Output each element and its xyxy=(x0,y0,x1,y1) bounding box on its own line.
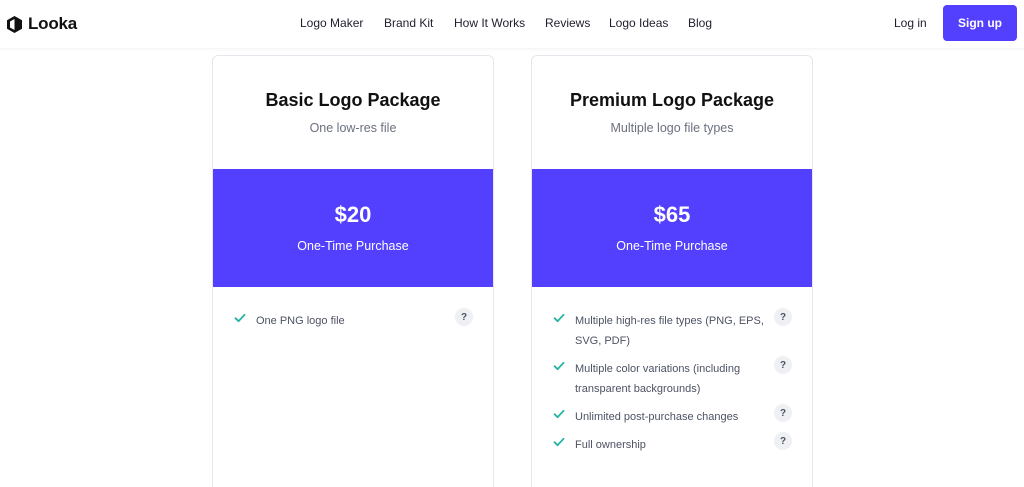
help-icon[interactable]: ? xyxy=(774,308,792,326)
signup-button[interactable]: Sign up xyxy=(943,5,1017,41)
nav-how-it-works[interactable]: How It Works xyxy=(454,16,525,30)
feature-list: One PNG logo file ? xyxy=(213,308,493,343)
check-icon xyxy=(553,361,565,371)
feature-text: Full ownership xyxy=(575,439,646,451)
premium-package-card: Premium Logo Package Multiple logo file … xyxy=(531,55,813,487)
feature-text: Unlimited post-purchase changes xyxy=(575,411,739,423)
price-band: $20 One-Time Purchase xyxy=(213,169,493,287)
basic-package-card: Basic Logo Package One low-res file $20 … xyxy=(212,55,494,487)
help-icon[interactable]: ? xyxy=(455,308,473,326)
package-title: Basic Logo Package xyxy=(265,90,441,110)
feature-list: Multiple high-res file types (PNG, EPS, … xyxy=(532,308,812,467)
price-label: One-Time Purchase xyxy=(616,239,728,253)
help-icon[interactable]: ? xyxy=(774,356,792,374)
top-navbar: Looka Logo Maker Brand Kit How It Works … xyxy=(0,0,1024,48)
check-icon xyxy=(234,313,246,323)
help-icon[interactable]: ? xyxy=(774,432,792,450)
help-icon[interactable]: ? xyxy=(774,404,792,422)
main-nav: Logo Maker Brand Kit How It Works Review… xyxy=(0,0,1024,48)
nav-reviews[interactable]: Reviews xyxy=(545,16,590,30)
feature-text: One PNG logo file xyxy=(256,315,345,327)
check-icon xyxy=(553,409,565,419)
nav-logo-maker[interactable]: Logo Maker xyxy=(300,16,363,30)
price-label: One-Time Purchase xyxy=(297,239,409,253)
price-band: $65 One-Time Purchase xyxy=(532,169,812,287)
package-subtitle: Multiple logo file types xyxy=(610,121,734,135)
check-icon xyxy=(553,313,565,323)
package-price: $65 xyxy=(653,202,691,227)
feature-text: Multiple color variations (including tra… xyxy=(575,363,741,395)
nav-blog[interactable]: Blog xyxy=(688,16,712,30)
feature-item: One PNG logo file ? xyxy=(213,308,493,331)
check-icon xyxy=(553,437,565,447)
nav-logo-ideas[interactable]: Logo Ideas xyxy=(609,16,668,30)
nav-brand-kit[interactable]: Brand Kit xyxy=(384,16,433,30)
feature-item: Multiple color variations (including tra… xyxy=(532,356,812,399)
package-subtitle: One low-res file xyxy=(309,121,397,135)
feature-item: Full ownership ? xyxy=(532,432,812,455)
feature-text: Multiple high-res file types (PNG, EPS, … xyxy=(575,315,764,347)
login-link[interactable]: Log in xyxy=(894,16,927,30)
package-title: Premium Logo Package xyxy=(569,90,775,110)
package-price: $20 xyxy=(334,202,372,227)
feature-item: Multiple high-res file types (PNG, EPS, … xyxy=(532,308,812,351)
feature-item: Unlimited post-purchase changes ? xyxy=(532,404,812,427)
